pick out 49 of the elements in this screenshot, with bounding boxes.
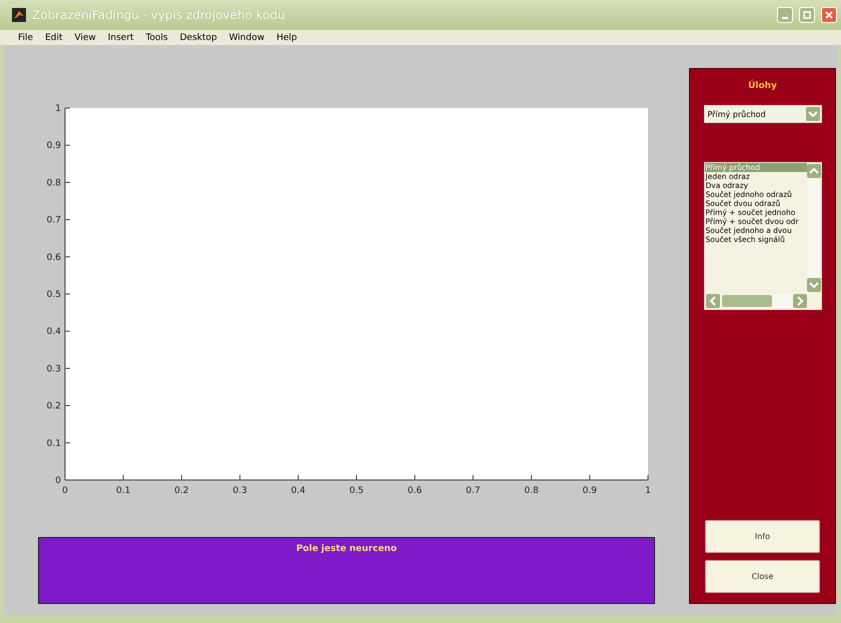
panel-button[interactable]: Info <box>705 520 820 553</box>
x-tick-label: 0.9 <box>582 486 597 496</box>
x-tick-label: 0.1 <box>116 486 130 496</box>
menu-item[interactable]: Help <box>276 32 298 42</box>
x-tick-label: 0 <box>62 486 68 496</box>
vertical-scrollbar[interactable] <box>808 164 820 292</box>
y-tick-label: 0.5 <box>46 290 61 300</box>
x-tick-label: 0.8 <box>524 486 539 496</box>
minimize-button[interactable] <box>777 7 793 23</box>
menu-item[interactable]: Desktop <box>180 32 217 42</box>
scroll-thumb[interactable] <box>722 295 772 307</box>
x-tick-label: 1 <box>645 486 651 496</box>
y-tick-label: 0.4 <box>46 327 61 338</box>
x-tick-label: 0.4 <box>291 486 306 496</box>
close-icon <box>825 11 833 19</box>
horizontal-scrollbar[interactable] <box>706 294 808 308</box>
y-tick-label: 0.3 <box>46 364 61 374</box>
window-title: ZobrazeniFadingu - výpis zdrojového kodu <box>32 8 286 22</box>
maximize-button[interactable] <box>799 7 815 23</box>
menu-item[interactable]: Tools <box>146 32 168 42</box>
scroll-right-icon[interactable] <box>792 294 806 308</box>
menu-item[interactable]: Window <box>228 32 264 42</box>
scroll-up-icon[interactable] <box>806 164 820 178</box>
scroll-down-icon[interactable] <box>806 278 820 292</box>
maximize-icon <box>803 11 811 19</box>
y-tick-label: 0 <box>55 476 61 486</box>
menu-item[interactable]: View <box>74 32 96 42</box>
y-tick-label: 0.8 <box>46 178 61 188</box>
y-tick-label: 0.6 <box>46 252 61 263</box>
panel-title: Úlohy <box>748 81 777 91</box>
x-tick-label: 0.6 <box>408 486 422 496</box>
menu-item[interactable]: Edit <box>45 32 62 42</box>
y-tick-label: 0.7 <box>46 216 61 226</box>
y-tick-label: 1 <box>55 104 61 114</box>
task-dropdown[interactable]: Přímý průchod <box>704 105 822 123</box>
status-text: Pole jeste neurceno <box>296 544 397 556</box>
y-tick-label: 0.9 <box>46 141 61 152</box>
x-tick-label: 0.2 <box>174 486 189 496</box>
close-button[interactable] <box>821 7 837 23</box>
menu-item[interactable]: File <box>18 32 34 42</box>
x-tick-label: 0.3 <box>232 486 248 496</box>
app-logo-icon <box>12 8 26 22</box>
y-tick-label: 0.1 <box>46 438 61 449</box>
panel-button[interactable]: Close <box>705 560 820 593</box>
menu-item[interactable]: Insert <box>108 32 134 42</box>
y-tick-label: 0.2 <box>46 402 61 412</box>
x-tick-label: 0.7 <box>466 486 480 496</box>
x-tick-label: 0.5 <box>349 486 364 496</box>
scroll-left-icon[interactable] <box>706 294 720 308</box>
